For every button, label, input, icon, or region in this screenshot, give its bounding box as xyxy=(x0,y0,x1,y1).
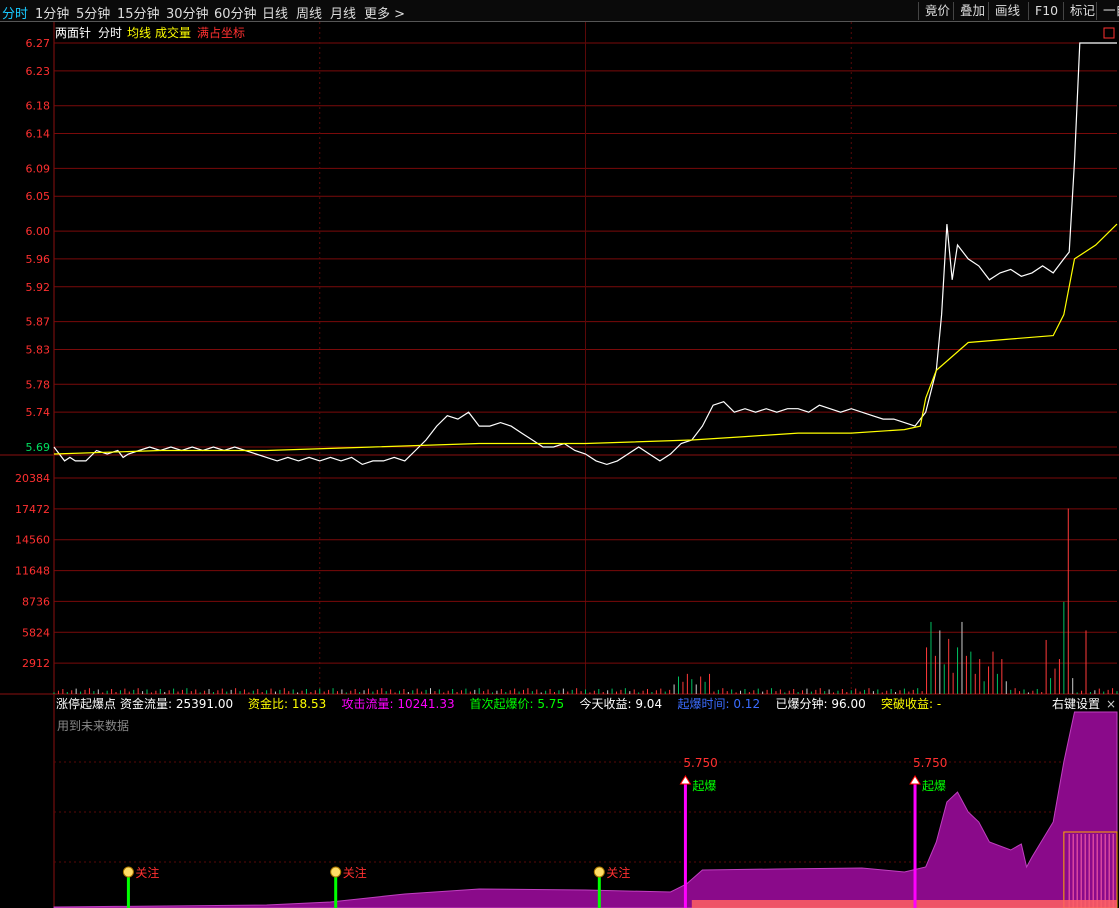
price-tick-label: 5.87 xyxy=(26,316,51,329)
toolbar-button-0[interactable]: 竟价 xyxy=(918,2,956,20)
indicator-title: 涨停起爆点 xyxy=(56,696,116,711)
future-data-note: 用到未来数据 xyxy=(57,718,129,733)
legend-item-4: 满占坐标 xyxy=(197,25,245,40)
price-tick-label: 6.27 xyxy=(26,37,51,50)
indicator-stat-2: 攻击流量: 10241.33 xyxy=(342,697,455,711)
signal-ribbon xyxy=(691,900,1117,908)
tab-7[interactable]: 周线 xyxy=(296,3,322,22)
signal-burst-price-3: 5.750 xyxy=(683,756,717,770)
panel-corner-icon xyxy=(1103,27,1115,39)
volume-tick-label: 14560 xyxy=(15,534,50,547)
intraday-chart: 6.27 6.23 6.18 6.14 6.09 6.05 6.00 5.96 5.92 5.87… xyxy=(0,22,1119,908)
up-arrow-icon xyxy=(679,775,692,785)
indicator-stat-5: 起爆时间: 0.12 xyxy=(678,697,761,711)
tab-0[interactable]: 分时 xyxy=(2,3,28,22)
legend-item-1: 分时 xyxy=(98,26,122,40)
tab-9[interactable]: 更多 > xyxy=(364,3,405,22)
price-tick-label: 5.78 xyxy=(26,378,51,391)
signal-watch-label-0: 关注 xyxy=(135,865,159,880)
tab-1[interactable]: 1分钟 xyxy=(35,3,69,22)
price-tick-label: 6.00 xyxy=(26,225,51,238)
volume-tick-label: 2912 xyxy=(22,657,50,670)
toolbar-button-1[interactable]: 叠加 xyxy=(953,2,991,20)
tab-8[interactable]: 月线 xyxy=(330,3,356,22)
legend-item-0: 两面针 xyxy=(55,25,91,40)
price-tick-label: 6.05 xyxy=(26,190,51,203)
signal-watch-label-2: 关注 xyxy=(606,865,630,880)
money-bag-icon xyxy=(330,866,342,878)
close-icon: × xyxy=(1106,697,1116,711)
price-tick-label: 5.96 xyxy=(26,253,51,266)
indicator-stat-6: 已爆分钟: 96.00 xyxy=(776,696,866,711)
period-toolbar: 分时 1分钟 5分钟 15分钟 30分钟 60分钟 日线 周线 月线 更多 > 竟价 叠加 画线 F10 标… xyxy=(0,0,1119,22)
signal-burst-label-3: 起爆 xyxy=(692,779,716,793)
price-tick-label: 5.92 xyxy=(26,281,51,294)
tab-6[interactable]: 日线 xyxy=(262,3,288,22)
toolbar-button-3[interactable]: F10 xyxy=(1028,2,1064,20)
price-tick-label: 6.18 xyxy=(26,100,51,113)
signal-watch-label-1: 关注 xyxy=(343,865,367,880)
indicator-stat-3: 首次起爆价: 5.75 xyxy=(470,697,565,711)
price-tick-label: 6.09 xyxy=(26,162,51,175)
price-tick-label: 5.69 xyxy=(26,441,51,454)
price-tick-label: 6.14 xyxy=(26,128,51,141)
signal-burst-price-4: 5.750 xyxy=(913,756,947,770)
indicator-area xyxy=(53,711,1118,908)
toolbar-button-5[interactable]: 一自 xyxy=(1096,2,1119,20)
volume-tick-label: 17472 xyxy=(15,503,50,516)
toolbar-button-2[interactable]: 画线 xyxy=(988,2,1026,20)
indicator-stat-7: 突破收益: - xyxy=(881,696,941,711)
legend-item-3: 成交量 xyxy=(155,25,191,40)
tab-4[interactable]: 30分钟 xyxy=(166,3,209,22)
indicator-stat-1: 资金比: 18.53 xyxy=(248,696,326,711)
volume-tick-label: 11648 xyxy=(15,565,50,578)
volume-tick-label: 5824 xyxy=(22,626,50,639)
money-bag-icon xyxy=(122,866,134,878)
money-bag-icon xyxy=(593,866,605,878)
volume-tick-label: 8736 xyxy=(22,595,50,608)
settings-button: 右键设置 xyxy=(1052,696,1100,711)
indicator-stat-4: 今天收益: 9.04 xyxy=(580,696,663,711)
tab-3[interactable]: 15分钟 xyxy=(117,3,160,22)
indicator-stat-0: 资金流量: 25391.00 xyxy=(120,696,233,711)
price-tick-label: 5.74 xyxy=(26,406,51,419)
legend-item-2: 均线 xyxy=(127,26,151,40)
price-tick-label: 5.83 xyxy=(26,343,51,356)
signal-burst-label-4: 起爆 xyxy=(922,779,946,793)
tab-5[interactable]: 60分钟 xyxy=(214,3,257,22)
up-arrow-icon xyxy=(909,775,921,785)
price-tick-label: 6.23 xyxy=(26,65,51,78)
tab-2[interactable]: 5分钟 xyxy=(76,3,110,22)
volume-tick-label: 20384 xyxy=(15,472,50,485)
